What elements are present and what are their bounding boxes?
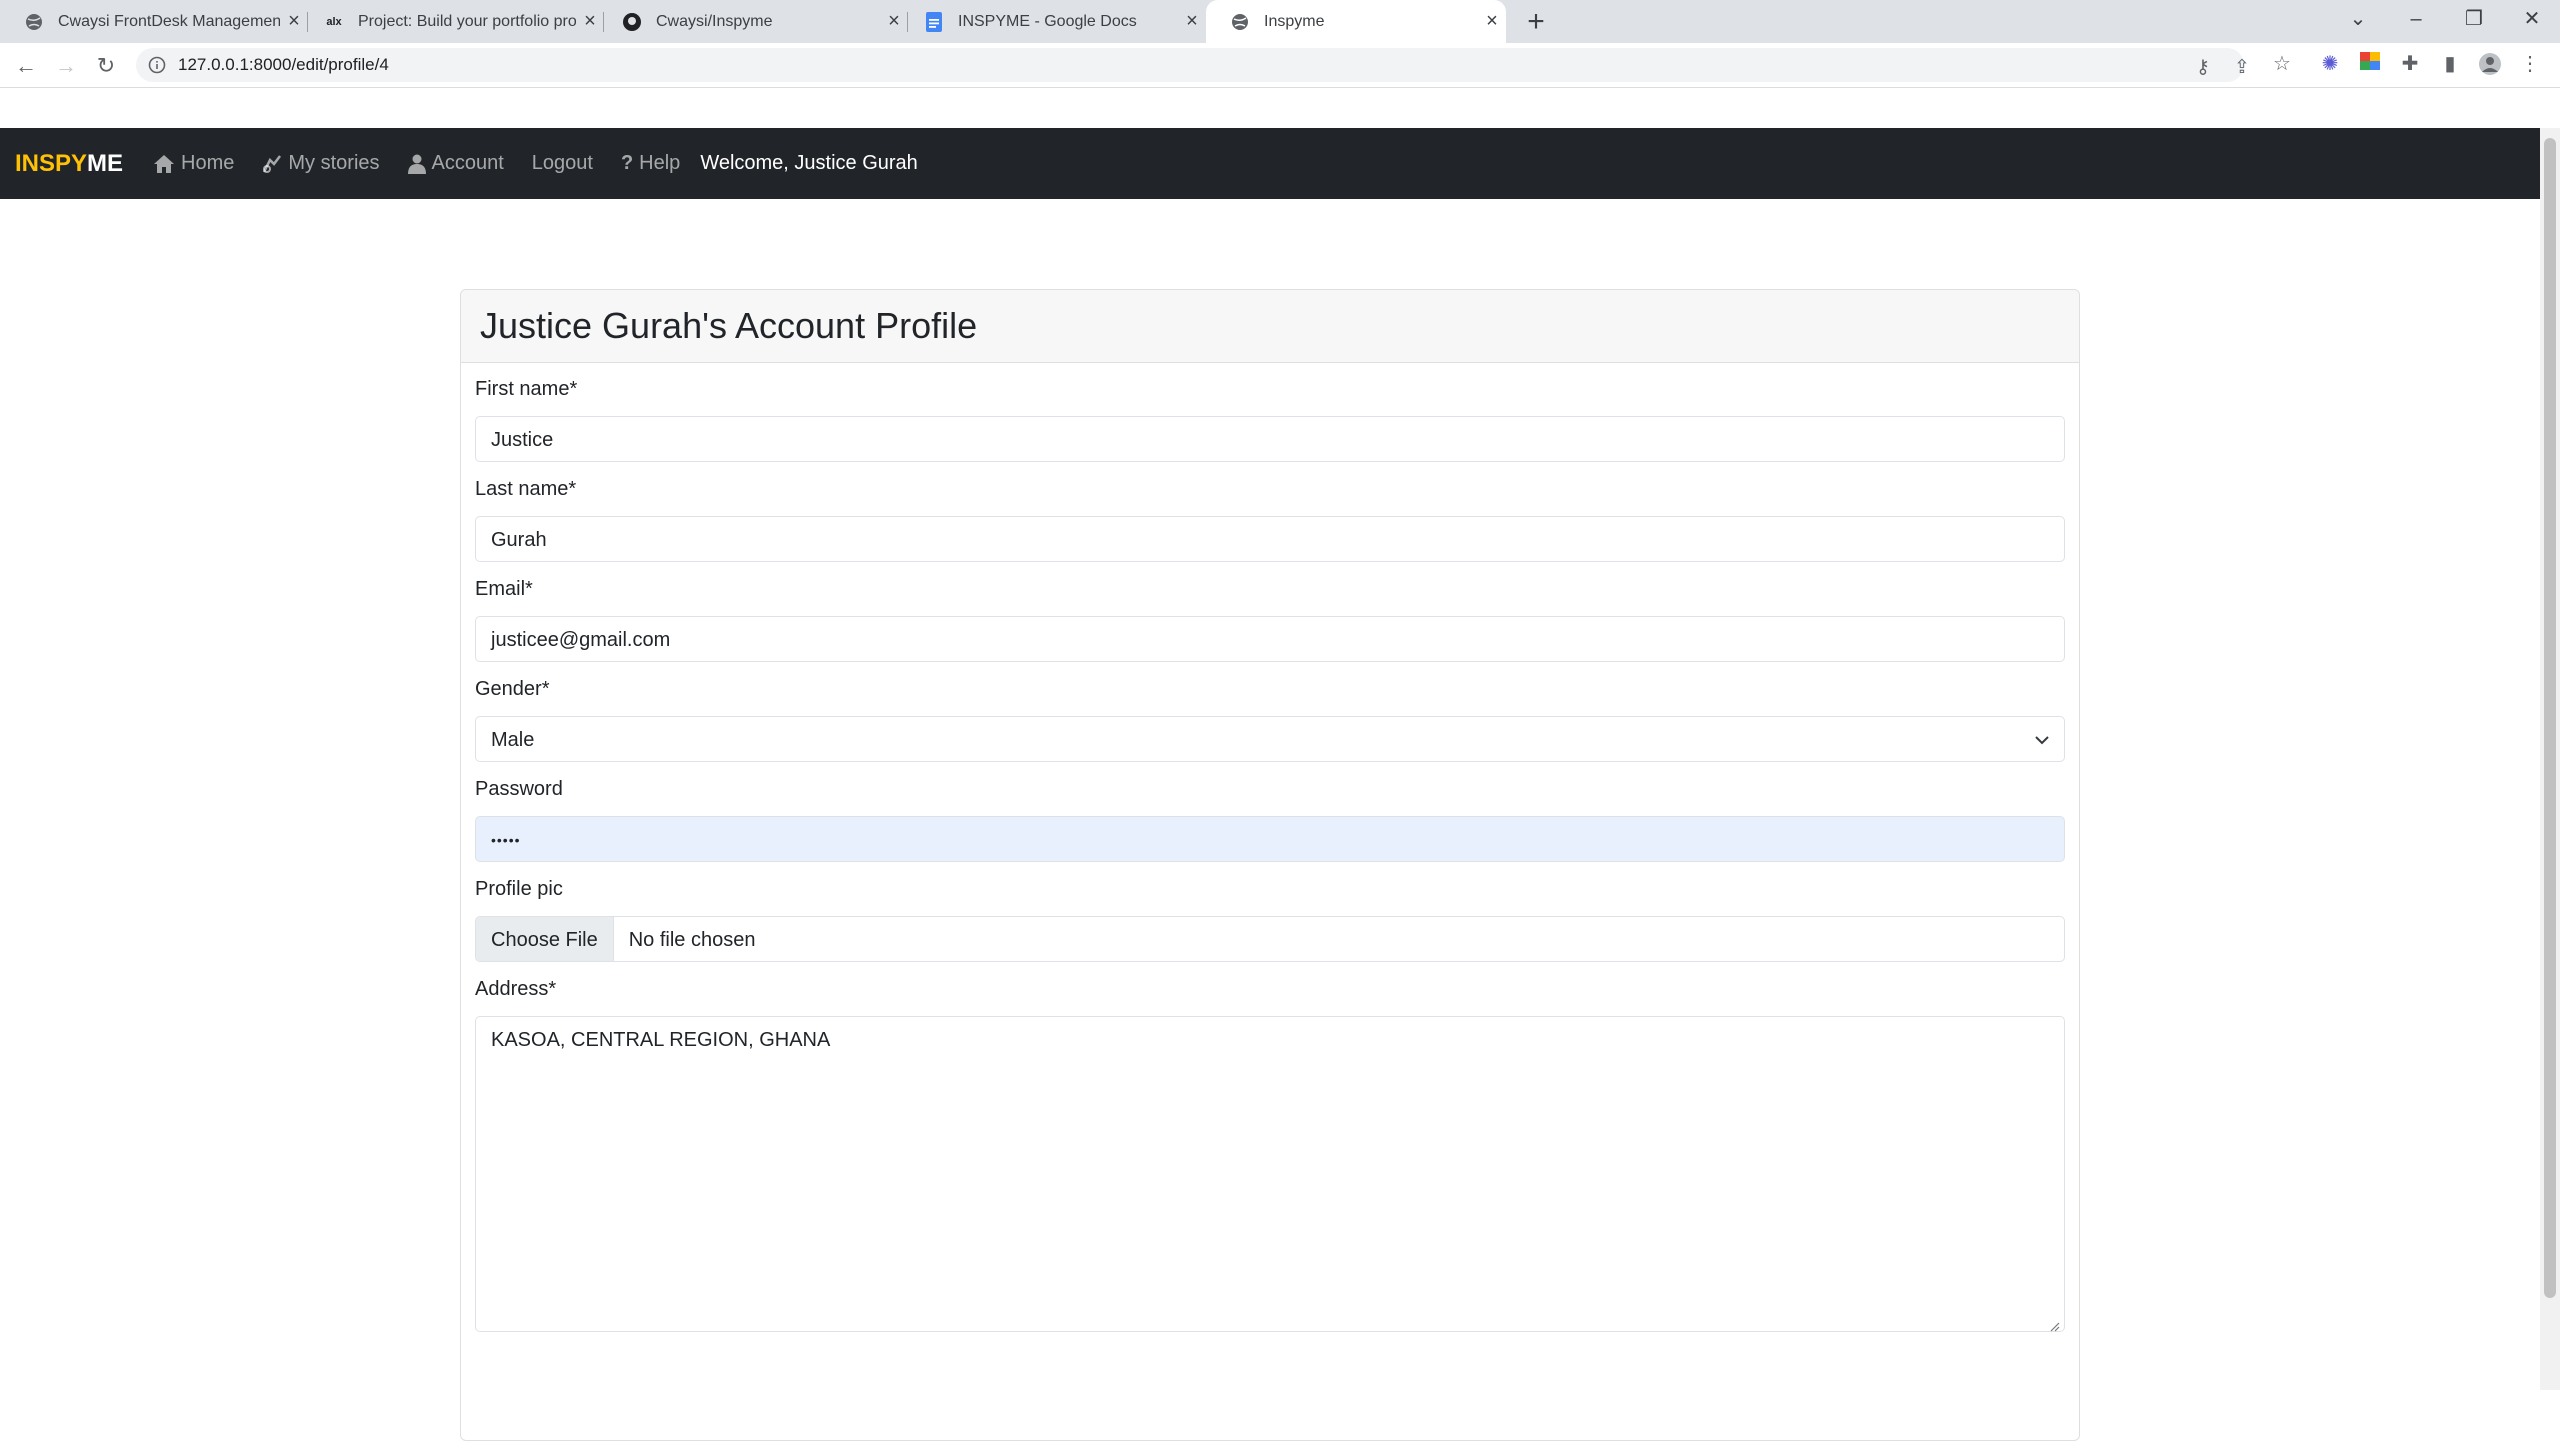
nav-logout[interactable]: Logout <box>532 152 593 175</box>
globe-icon <box>24 12 44 32</box>
file-status: No file chosen <box>628 929 756 951</box>
extension-sun-icon[interactable]: ✺ <box>2318 52 2342 76</box>
alx-icon: alx <box>326 15 342 28</box>
back-icon[interactable]: ← <box>10 50 42 82</box>
browser-tab-3[interactable]: Cwaysi/Inspyme × <box>598 0 908 43</box>
tab-title: Inspyme <box>1264 12 1325 30</box>
last-name-label: Last name* <box>475 478 577 500</box>
page-title: Justice Gurah's Account Profile <box>480 305 978 346</box>
google-docs-icon <box>924 11 944 32</box>
minimize-button[interactable]: – <box>2386 0 2446 38</box>
last-name-group: Last name* Gurah <box>475 474 2065 562</box>
brand-logo[interactable]: INSPYME <box>15 150 123 178</box>
close-icon[interactable]: × <box>1478 10 1506 33</box>
nav-help[interactable]: ? Help <box>621 152 680 175</box>
profile-pic-input[interactable]: Choose File No file chosen <box>475 916 2065 962</box>
tab-search-chevron-icon[interactable]: ⌄ <box>2328 0 2388 38</box>
page-scrollbar[interactable] <box>2540 128 2560 1390</box>
address-group: Address* KASOA, CENTRAL REGION, GHANA <box>475 974 2065 1332</box>
nav-label: Logout <box>531 152 593 174</box>
browser-tab-5[interactable]: Inspyme × <box>1206 0 1506 43</box>
url-text: 127.0.0.1:8000/edit/profile/4 <box>178 55 389 74</box>
close-window-button[interactable]: ✕ <box>2502 0 2560 38</box>
share-icon[interactable]: ⇪ <box>2234 56 2250 79</box>
info-icon[interactable] <box>148 56 166 74</box>
close-icon[interactable]: × <box>1178 10 1206 33</box>
nav-label: My stories <box>288 152 380 174</box>
nav-label: Account <box>431 152 504 174</box>
gender-selected-value: Male <box>491 729 535 751</box>
gender-label: Gender* <box>475 678 550 700</box>
gender-group: Gender* Male <box>475 674 2065 762</box>
first-name-group: First name* Justice <box>475 374 2065 462</box>
tab-title: INSPYME - Google Docs <box>958 12 1137 30</box>
browser-tab-4[interactable]: INSPYME - Google Docs × <box>900 0 1206 43</box>
forward-icon[interactable]: → <box>50 50 82 82</box>
extension-color-icon[interactable] <box>2358 52 2382 76</box>
chevron-down-icon <box>2034 717 2050 763</box>
restore-button[interactable]: ❐ <box>2444 0 2504 38</box>
nav-my-stories[interactable]: My stories <box>262 152 380 175</box>
choose-file-button[interactable]: Choose File <box>476 917 614 961</box>
email-field[interactable]: justicee@gmail.com <box>475 616 2065 662</box>
first-name-field[interactable]: Justice <box>475 416 2065 462</box>
first-name-label: First name* <box>475 378 578 400</box>
resize-handle-icon[interactable] <box>2048 1315 2060 1332</box>
bookmark-star-icon[interactable]: ☆ <box>2270 52 2294 76</box>
scrollbar-thumb[interactable] <box>2544 138 2556 1298</box>
card-header: Justice Gurah's Account Profile <box>461 290 2079 363</box>
gender-select[interactable]: Male <box>475 716 2065 762</box>
key-icon[interactable]: ⚷ <box>2196 56 2210 79</box>
side-panel-icon[interactable]: ▮ <box>2438 52 2462 76</box>
address-value: KASOA, CENTRAL REGION, GHANA <box>491 1029 831 1051</box>
new-tab-button[interactable]: + <box>1518 4 1554 40</box>
brand-part-2: ME <box>87 149 124 177</box>
browser-menu-icon[interactable]: ⋮ <box>2518 52 2542 76</box>
tab-title: Cwaysi/Inspyme <box>656 12 773 30</box>
github-icon <box>622 12 642 32</box>
tab-title: Project: Build your portfolio proje <box>358 12 576 30</box>
welcome-text: Welcome, Justice Gurah <box>700 152 918 174</box>
password-label: Password <box>475 778 563 800</box>
brand-part-1: INSPY <box>15 149 88 177</box>
profile-pic-group: Profile pic Choose File No file chosen <box>475 874 2065 962</box>
user-icon <box>407 154 426 174</box>
globe-icon <box>1230 12 1250 32</box>
nav-label: Home <box>181 152 235 174</box>
profile-card: Justice Gurah's Account Profile First na… <box>460 289 2080 1441</box>
address-bar[interactable]: 127.0.0.1:8000/edit/profile/4 ⚷ ⇪ <box>136 48 2250 82</box>
site-navbar: INSPYME Home My stories Account Logout ?… <box>0 128 2540 199</box>
password-group: Password ••••• <box>475 774 2065 862</box>
browser-tab-1[interactable]: Cwaysi FrontDesk Management × <box>0 0 308 43</box>
email-group: Email* justicee@gmail.com <box>475 574 2065 662</box>
tab-title: Cwaysi FrontDesk Management <box>58 12 280 30</box>
address-label: Address* <box>475 978 557 1000</box>
question-icon: ? <box>620 152 634 174</box>
last-name-field[interactable]: Gurah <box>475 516 2065 562</box>
nav-account[interactable]: Account <box>407 152 504 175</box>
profile-avatar[interactable] <box>2478 52 2502 76</box>
story-icon <box>262 154 282 174</box>
profile-form: First name* Justice Last name* Gurah Ema… <box>475 362 2065 1332</box>
home-icon <box>153 154 175 174</box>
browser-tabstrip: Cwaysi FrontDesk Management × alx Projec… <box>0 0 2560 43</box>
address-textarea[interactable]: KASOA, CENTRAL REGION, GHANA <box>475 1016 2065 1332</box>
password-field[interactable]: ••••• <box>475 816 2065 862</box>
extensions-puzzle-icon[interactable]: ✚ <box>2398 52 2422 76</box>
profile-pic-label: Profile pic <box>475 878 563 900</box>
email-label: Email* <box>475 578 533 600</box>
nav-label: Help <box>639 152 681 174</box>
browser-tab-2[interactable]: alx Project: Build your portfolio proje … <box>300 0 604 43</box>
nav-home[interactable]: Home <box>153 152 234 175</box>
reload-icon[interactable]: ↻ <box>90 50 122 82</box>
